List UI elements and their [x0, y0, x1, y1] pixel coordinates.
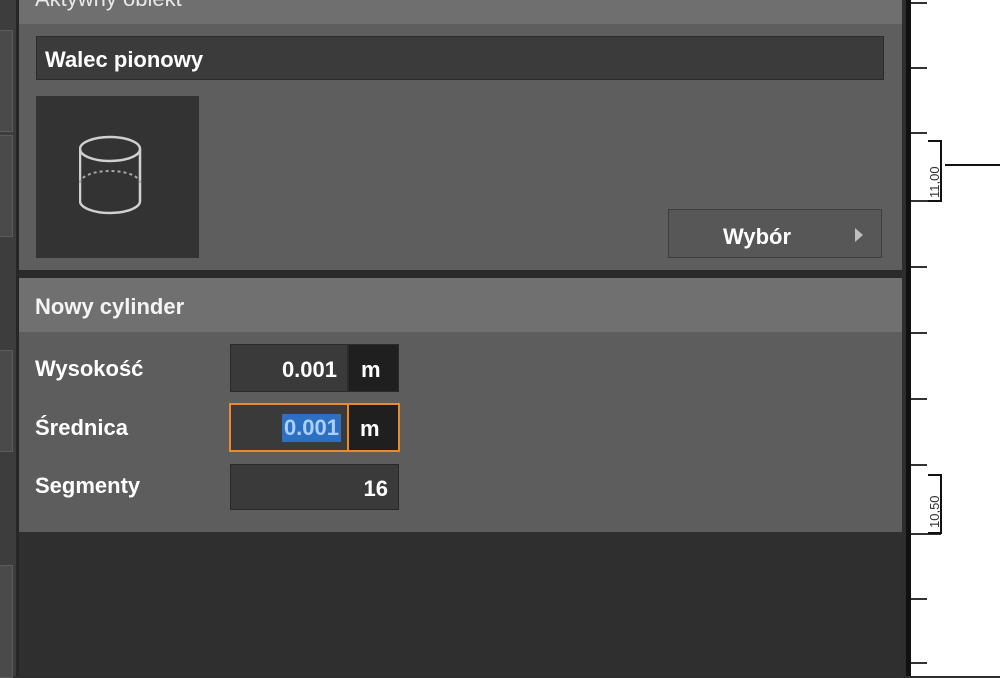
active-object-header: Aktywny obiekt	[19, 0, 902, 24]
left-strip-segment	[0, 135, 13, 237]
height-unit-text: m	[361, 357, 381, 382]
height-value: 0.001	[281, 357, 337, 382]
diameter-label: Średnica	[35, 415, 128, 440]
segments-input[interactable]: 16	[230, 464, 399, 510]
new-cylinder-title: Nowy cylinder	[35, 294, 185, 319]
ruler-label-top: 11,00	[927, 166, 942, 198]
select-button-label: Wybór	[723, 224, 792, 249]
diameter-value: 0.001	[281, 414, 341, 442]
object-thumbnail	[36, 96, 199, 258]
diameter-unit-text: m	[360, 416, 380, 441]
ruler-tick	[911, 662, 927, 664]
new-cylinder-section: Nowy cylinder Wysokość 0.001 m Średnica …	[19, 278, 902, 532]
triangle-right-icon	[855, 228, 863, 242]
ruler-tick	[911, 266, 927, 268]
select-button[interactable]: Wybór	[668, 209, 882, 258]
vertical-ruler[interactable]	[911, 0, 1000, 676]
cylinder-icon	[79, 135, 142, 215]
object-name-field[interactable]: Walec pionowy	[36, 36, 884, 80]
ruler-tick	[911, 132, 927, 134]
left-strip-segment	[0, 565, 13, 678]
section-separator	[19, 270, 902, 278]
ruler-tick	[911, 332, 927, 334]
height-label: Wysokość	[35, 356, 144, 381]
ruler-tick	[911, 398, 927, 400]
active-object-title: Aktywny obiekt	[35, 0, 182, 12]
height-unit: m	[348, 344, 399, 392]
active-object-section: Aktywny obiekt Walec pionowy Wybór	[19, 0, 902, 270]
left-strip-segment	[0, 350, 13, 452]
ruler-tick	[911, 2, 927, 4]
ruler-tick	[911, 598, 927, 600]
object-name-text: Walec pionowy	[45, 47, 204, 72]
diameter-unit: m	[349, 405, 398, 450]
diameter-value-box[interactable]: 0.001	[231, 405, 349, 450]
ruler-label-bottom: 10,50	[927, 495, 942, 528]
ruler-guide-line	[945, 164, 1000, 166]
diameter-input[interactable]: 0.001 m	[229, 403, 400, 452]
ruler-tick	[911, 464, 927, 466]
new-cylinder-header: Nowy cylinder	[19, 278, 902, 332]
ruler-tick	[911, 67, 927, 69]
segments-value: 16	[363, 476, 388, 501]
segments-label: Segmenty	[35, 473, 141, 498]
left-strip-segment	[0, 30, 13, 132]
properties-panel: Aktywny obiekt Walec pionowy Wybór Nowy …	[19, 0, 902, 676]
height-input[interactable]: 0.001	[230, 344, 348, 392]
left-panel-strip	[0, 0, 16, 678]
